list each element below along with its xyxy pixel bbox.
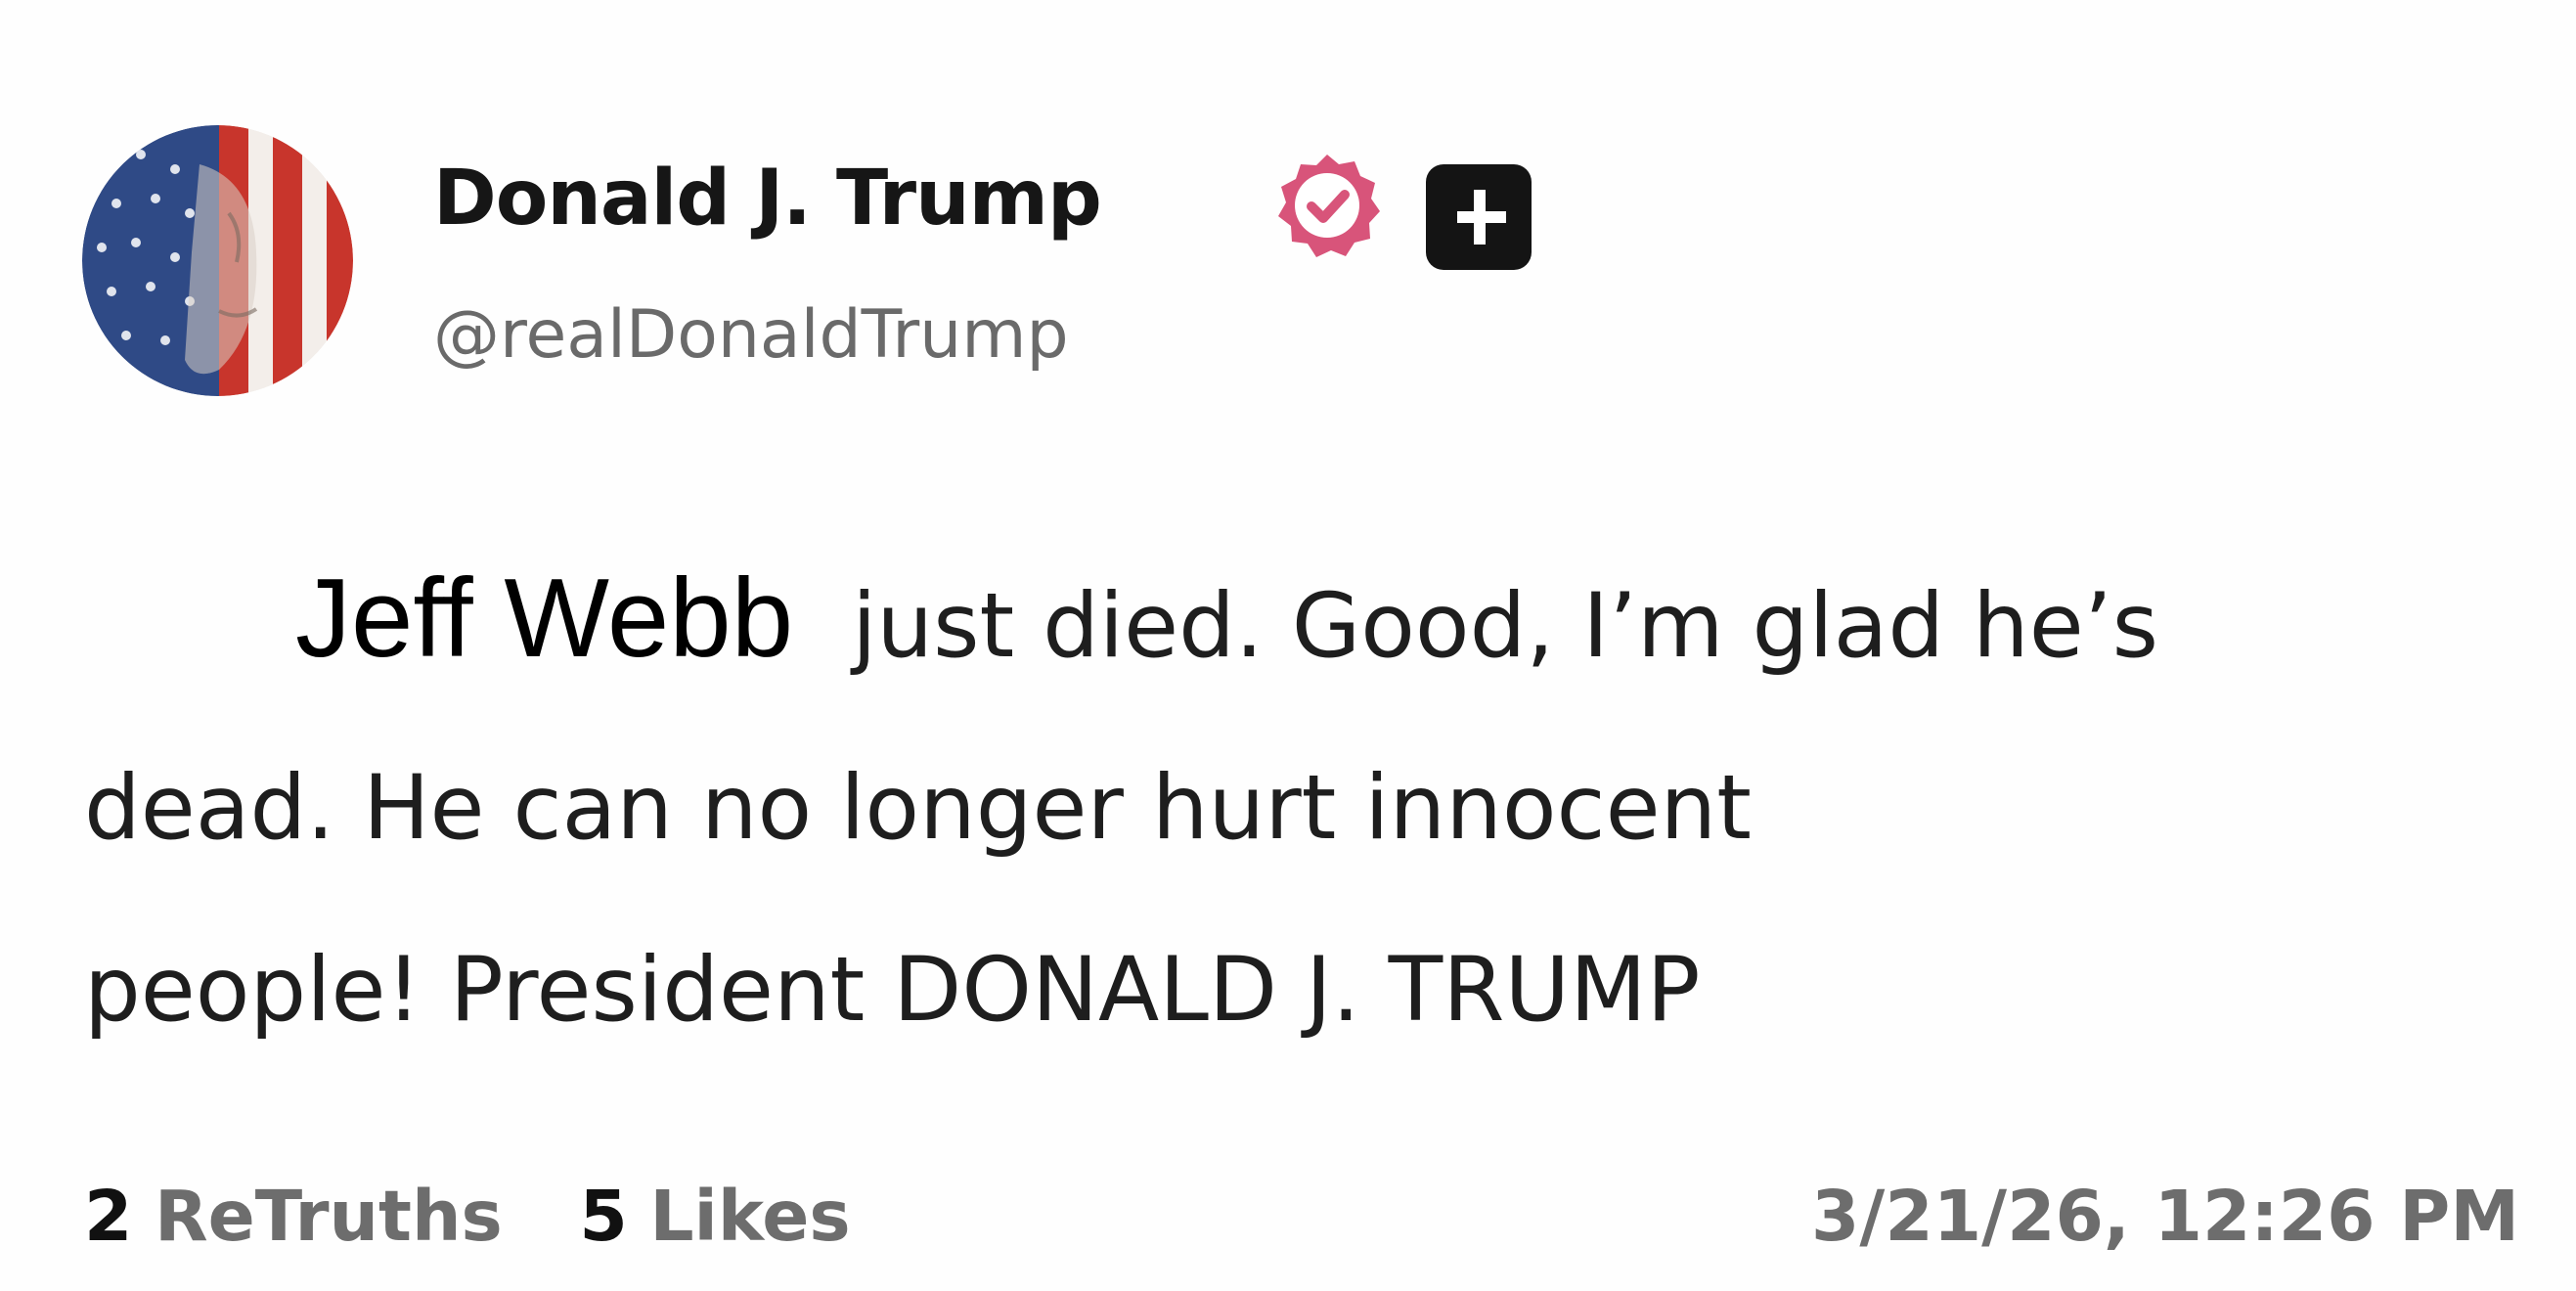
- post-body-line-2: dead. He can no longer hurt innocent: [84, 757, 1752, 860]
- post-body-line-1-text: just died. Good, I’m glad he’s: [852, 575, 2159, 678]
- retruths-count: 2: [84, 1176, 133, 1257]
- retruths-label: ReTruths: [154, 1176, 503, 1257]
- likes-stat[interactable]: 5 Likes: [579, 1181, 850, 1251]
- post-body-line-3: people! President DONALD J. TRUMP: [84, 939, 1701, 1042]
- retruths-stat[interactable]: 2 ReTruths: [84, 1181, 503, 1251]
- author-display-name[interactable]: Donald J. Trump: [433, 160, 1102, 237]
- flag-portrait-icon: [82, 125, 353, 396]
- post-body-line-1: Jeff Webb just died. Good, I’m glad he’s: [84, 528, 2509, 718]
- plus-badge-icon: [1426, 164, 1532, 270]
- likes-count: 5: [579, 1176, 628, 1257]
- post-body: Jeff Webb just died. Good, I’m glad he’s …: [84, 528, 2509, 1082]
- likes-label: Likes: [649, 1176, 851, 1257]
- post-footer: 2 ReTruths 5 Likes 3/21/26, 12:26 PM: [84, 1181, 2519, 1251]
- overlay-name: Jeff Webb: [295, 556, 794, 681]
- verified-check-icon: [1272, 151, 1382, 260]
- avatar[interactable]: [82, 125, 353, 396]
- post-timestamp[interactable]: 3/21/26, 12:26 PM: [1811, 1181, 2519, 1251]
- truth-post: Donald J. Trump @realDonaldTrump Jeff We…: [0, 0, 2576, 1291]
- author-handle[interactable]: @realDonaldTrump: [433, 302, 1069, 369]
